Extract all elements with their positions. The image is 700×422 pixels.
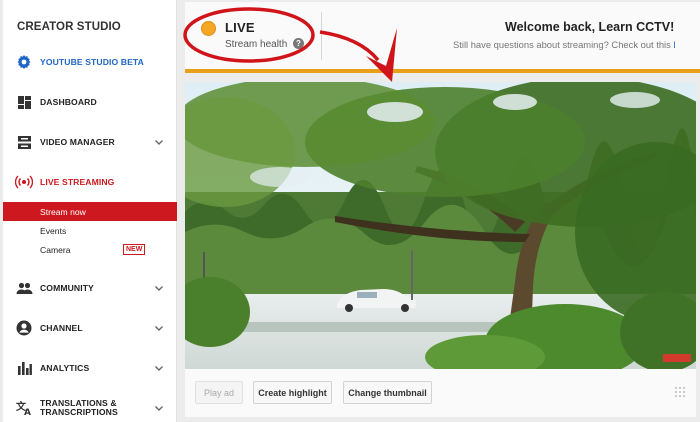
stream-status-indicator	[201, 21, 216, 36]
translate-icon: 文A	[15, 399, 33, 417]
stream-health-label[interactable]: Stream health	[225, 39, 287, 50]
creator-studio-page: CREATOR STUDIO YOUTUBE STUDIO BETA DASHB…	[0, 0, 700, 422]
sidebar: CREATOR STUDIO YOUTUBE STUDIO BETA DASHB…	[3, 0, 177, 422]
help-icon[interactable]: ?	[293, 38, 304, 49]
sidebar-subitem-label: Stream now	[40, 206, 86, 217]
sidebar-subitem-camera[interactable]: Camera NEW	[3, 240, 177, 259]
gear-icon	[15, 53, 33, 71]
sidebar-item-label: COMMUNITY	[40, 283, 94, 293]
sidebar-item-label-line1: TRANSLATIONS &	[40, 397, 117, 408]
resize-grip-icon[interactable]	[674, 386, 686, 398]
bar-chart-icon	[15, 359, 33, 377]
stream-health-bar	[185, 69, 700, 73]
welcome-title: Welcome back, Learn CCTV!	[505, 20, 675, 34]
dashboard-icon	[15, 93, 33, 111]
live-broadcast-icon	[15, 173, 33, 191]
header-divider	[321, 12, 322, 60]
welcome-subtitle-text: Still have questions about streaming? Ch…	[453, 39, 671, 50]
stream-header	[185, 2, 700, 70]
chevron-down-icon[interactable]	[154, 363, 164, 373]
sidebar-item-label: LIVE STREAMING	[40, 177, 115, 187]
play-ad-button[interactable]: Play ad	[195, 381, 243, 404]
sidebar-item-label-line2: TRANSCRIPTIONS	[40, 407, 118, 417]
create-highlight-button[interactable]: Create highlight	[253, 381, 332, 404]
stream-preview	[185, 82, 696, 369]
sidebar-item-analytics[interactable]: ANALYTICS	[3, 357, 177, 379]
sidebar-subitem-events[interactable]: Events	[3, 221, 177, 240]
sidebar-item-label: CHANNEL	[40, 323, 83, 333]
change-thumbnail-button[interactable]: Change thumbnail	[343, 381, 432, 404]
sidebar-item-label: DASHBOARD	[40, 97, 97, 107]
new-badge: NEW	[123, 244, 146, 255]
stream-preview-image	[185, 82, 696, 369]
sidebar-subitem-label: Camera	[40, 244, 71, 255]
svg-text:A: A	[24, 408, 31, 416]
stream-status-label: LIVE	[225, 20, 255, 35]
welcome-link[interactable]: l	[673, 39, 675, 50]
sidebar-item-label: ANALYTICS	[40, 363, 90, 373]
video-manager-icon	[15, 133, 33, 151]
sidebar-item-channel[interactable]: CHANNEL	[3, 317, 177, 339]
chevron-down-icon[interactable]	[154, 283, 164, 293]
sidebar-item-live-streaming[interactable]: LIVE STREAMING	[3, 171, 177, 193]
sidebar-item-community[interactable]: COMMUNITY	[3, 277, 177, 299]
sidebar-item-translations[interactable]: 文A TRANSLATIONS & TRANSCRIPTIONS	[3, 394, 177, 422]
sidebar-item-studio-beta[interactable]: YOUTUBE STUDIO BETA	[3, 51, 177, 73]
account-icon	[15, 319, 33, 337]
chevron-down-icon[interactable]	[154, 403, 164, 413]
sidebar-subitem-label: Events	[40, 225, 67, 236]
sidebar-item-label: YOUTUBE STUDIO BETA	[40, 57, 144, 67]
sidebar-subitem-stream-now[interactable]: Stream now	[3, 202, 177, 221]
chevron-down-icon[interactable]	[154, 323, 164, 333]
people-icon	[15, 279, 33, 297]
sidebar-item-label: VIDEO MANAGER	[40, 137, 115, 147]
welcome-subtitle: Still have questions about streaming? Ch…	[453, 39, 676, 50]
sidebar-item-label: TRANSLATIONS & TRANSCRIPTIONS	[40, 397, 118, 418]
chevron-down-icon[interactable]	[154, 137, 164, 147]
sidebar-item-dashboard[interactable]: DASHBOARD	[3, 91, 177, 113]
brand-title: CREATOR STUDIO	[17, 21, 121, 33]
sidebar-item-video-manager[interactable]: VIDEO MANAGER	[3, 131, 177, 153]
